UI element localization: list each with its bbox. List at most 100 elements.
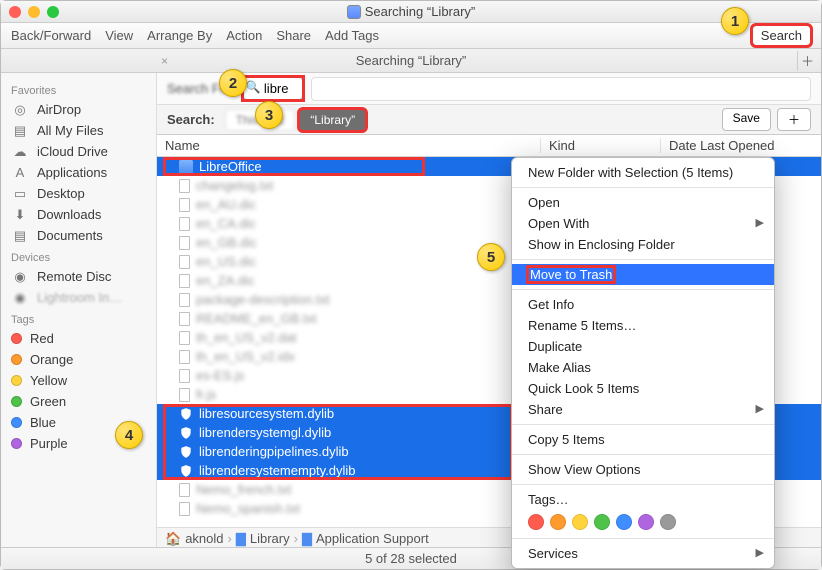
file-icon [179, 293, 190, 307]
file-icon [179, 274, 190, 288]
add-criteria-button[interactable]: ＋ [777, 108, 811, 131]
sidebar-item-icloud-drive[interactable]: ☁iCloud Drive [1, 141, 156, 162]
tag-color-dot[interactable] [550, 514, 566, 530]
tag-color-dot[interactable] [616, 514, 632, 530]
path-user[interactable]: aknold [185, 531, 223, 546]
sidebar-item-all-my-files[interactable]: ▤All My Files [1, 120, 156, 141]
tag-dot-icon [11, 438, 22, 449]
sidebar-item-label: Remote Disc [37, 269, 111, 284]
callout-1: 1 [721, 7, 749, 35]
cm-duplicate[interactable]: Duplicate [512, 336, 774, 357]
col-header-kind[interactable]: Kind [541, 138, 661, 153]
row-name: librendersystemgl.dylib [199, 425, 331, 440]
menu-add-tags[interactable]: Add Tags [325, 28, 379, 43]
cm-quick-look[interactable]: Quick Look 5 Items [512, 378, 774, 399]
row-name: en_CA.dic [196, 216, 256, 231]
chevron-right-icon: ▶ [756, 546, 764, 559]
toolbar: Back/Forward View Arrange By Action Shar… [1, 23, 821, 49]
cm-view-options[interactable]: Show View Options [512, 459, 774, 480]
row-name: th_en_US_v2.idx [196, 349, 295, 364]
sidebar-item-downloads[interactable]: ⬇ Downloads [1, 204, 156, 225]
sidebar-tag-yellow[interactable]: Yellow [1, 370, 156, 391]
cm-rename[interactable]: Rename 5 Items… [512, 315, 774, 336]
tag-color-dot[interactable] [660, 514, 676, 530]
row-name: librendersystemempty.dylib [199, 463, 356, 478]
sidebar-item-airdrop[interactable]: ◎AirDrop [1, 99, 156, 120]
sidebar-item-label: Desktop [37, 186, 85, 201]
sidebar-item-label: Downloads [37, 207, 101, 222]
cm-copy[interactable]: Copy 5 Items [512, 429, 774, 450]
cm-show-enclosing[interactable]: Show in Enclosing Folder [512, 234, 774, 255]
shield-icon [179, 445, 193, 459]
titlebar: Searching “Library” [1, 1, 821, 23]
save-search-button[interactable]: Save [722, 108, 771, 131]
row-name: librenderingpipelines.dylib [199, 444, 349, 459]
sidebar-tag-green[interactable]: Green [1, 391, 156, 412]
menu-arrange-by[interactable]: Arrange By [147, 28, 212, 43]
sidebar-icon: ▭ [11, 187, 29, 201]
menu-share[interactable]: Share [276, 28, 311, 43]
sidebar-item-label: Red [30, 331, 54, 346]
file-icon [179, 502, 190, 516]
menu-action[interactable]: Action [226, 28, 262, 43]
sidebar-item-desktop[interactable]: ▭ Desktop [1, 183, 156, 204]
shield-icon [179, 407, 193, 421]
tag-color-dot[interactable] [528, 514, 544, 530]
tag-dot-icon [11, 333, 22, 344]
col-header-date[interactable]: Date Last Opened [661, 138, 821, 153]
search-button[interactable]: Search [752, 25, 811, 46]
sidebar-icon: ◎ [11, 103, 29, 117]
cm-move-to-trash[interactable]: Move to Trash [512, 264, 774, 285]
row-name: en_ZA.dic [196, 273, 255, 288]
scope-library[interactable]: “Library” [299, 109, 366, 131]
cm-make-alias[interactable]: Make Alias [512, 357, 774, 378]
magnifier-icon: 🔍 [246, 80, 261, 94]
tag-color-dot[interactable] [594, 514, 610, 530]
tag-color-dot[interactable] [572, 514, 588, 530]
path-library[interactable]: Library [250, 531, 290, 546]
tab-bar: × Searching “Library” ＋ [1, 49, 821, 73]
sidebar-icon: ▤ [11, 124, 29, 138]
home-icon: 🏠 [165, 531, 181, 547]
cm-get-info[interactable]: Get Info [512, 294, 774, 315]
chevron-right-icon: ▶ [756, 402, 764, 415]
tab-add-icon[interactable]: ＋ [797, 51, 817, 71]
cm-open-with[interactable]: Open With▶ [512, 213, 774, 234]
sidebar-item-label: Yellow [30, 373, 67, 388]
sidebar-tag-orange[interactable]: Orange [1, 349, 156, 370]
cm-share[interactable]: Share▶ [512, 399, 774, 420]
sidebar-item-applications[interactable]: AApplications [1, 162, 156, 183]
cm-new-folder[interactable]: New Folder with Selection (5 Items) [512, 162, 774, 183]
cm-services[interactable]: Services▶ [512, 543, 774, 564]
sidebar-item-label: Documents [37, 228, 103, 243]
sidebar-item-label: Blue [30, 415, 56, 430]
tab-close-icon[interactable]: × [161, 54, 168, 68]
row-name: fr.js [196, 387, 216, 402]
col-header-name[interactable]: Name [157, 138, 541, 153]
tab-title[interactable]: Searching “Library” [356, 53, 467, 68]
sidebar-item-documents[interactable]: ▤ Documents [1, 225, 156, 246]
menu-view[interactable]: View [105, 28, 133, 43]
tag-dot-icon [11, 375, 22, 386]
sidebar-tag-red[interactable]: Red [1, 328, 156, 349]
file-icon [179, 369, 190, 383]
file-icon [179, 312, 190, 326]
back-forward-button[interactable]: Back/Forward [11, 28, 91, 43]
tag-color-dot[interactable] [638, 514, 654, 530]
search-rest[interactable] [311, 77, 811, 101]
sidebar-icon: ⬇ [11, 208, 29, 222]
cm-open[interactable]: Open [512, 192, 774, 213]
sidebar-icon: ☁ [11, 145, 29, 159]
file-icon [179, 255, 190, 269]
callout-3: 3 [255, 101, 283, 129]
row-name: Nemo_french.txt [196, 482, 291, 497]
sidebar-icon: ▤ [11, 229, 29, 243]
path-appsupport[interactable]: Application Support [316, 531, 429, 546]
file-icon [179, 388, 190, 402]
context-menu: New Folder with Selection (5 Items) Open… [511, 157, 775, 569]
row-name: es-ES.js [196, 368, 244, 383]
sidebar-item-lightroom-in-[interactable]: ◉Lightroom In… [1, 287, 156, 308]
sidebar-item-remote-disc[interactable]: ◉Remote Disc [1, 266, 156, 287]
search-scope-label: Search: [167, 112, 215, 127]
finder-search-icon [347, 5, 361, 19]
